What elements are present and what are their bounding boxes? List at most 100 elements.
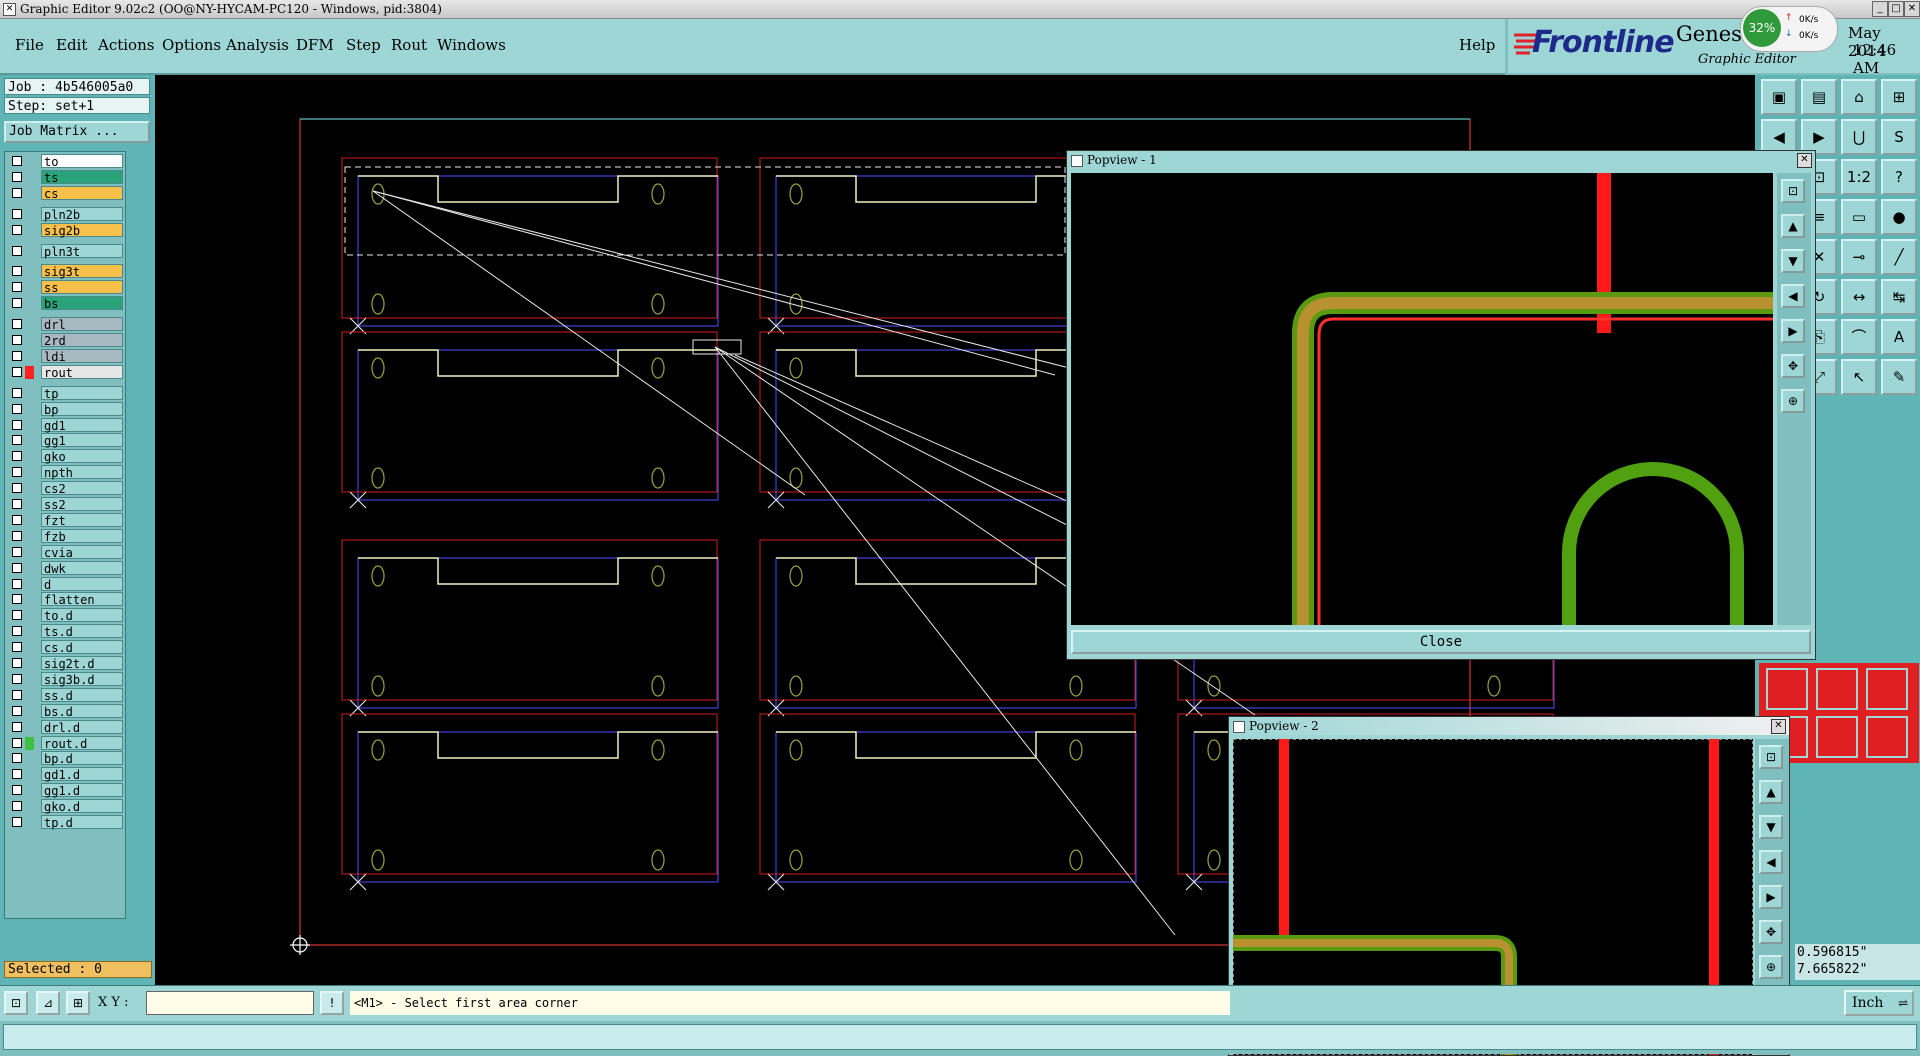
layer-row-cvia[interactable]: cvia	[7, 544, 123, 560]
layer-row-rout[interactable]: rout	[7, 364, 123, 380]
alert-icon[interactable]: !	[320, 991, 344, 1015]
edit-icon[interactable]: ✎	[1881, 359, 1917, 395]
popview-1-center-icon[interactable]: ✥	[1781, 354, 1805, 378]
menu-rout[interactable]: Rout	[391, 36, 427, 54]
layer-checkbox[interactable]	[12, 626, 22, 637]
layer-checkbox[interactable]	[12, 705, 22, 716]
layer-row-sig2t-d[interactable]: sig2t.d	[7, 656, 123, 671]
layer-name[interactable]: ldi	[41, 348, 123, 364]
popview-2-zoom-out-icon[interactable]: ▼	[1759, 815, 1783, 839]
layer-checkbox[interactable]	[12, 335, 22, 345]
layer-checkbox[interactable]	[12, 245, 22, 256]
layer-name[interactable]: cvia	[41, 544, 123, 560]
layer-name[interactable]: bs	[41, 296, 123, 311]
layer-name[interactable]: ss.d	[41, 687, 123, 703]
layer-row-drl[interactable]: drl	[7, 317, 123, 332]
popview-1-zoom-in-icon[interactable]: ▲	[1781, 214, 1805, 238]
layer-name[interactable]: ts.d	[41, 624, 123, 639]
layer-name[interactable]: ts	[41, 169, 123, 185]
popview-1-view[interactable]	[1071, 173, 1773, 625]
minimize-icon[interactable]: _	[1872, 1, 1888, 17]
layer-row-dwk[interactable]: dwk	[7, 560, 123, 576]
popview-2-zoom-in-icon[interactable]: ▲	[1759, 780, 1783, 804]
layer-checkbox[interactable]	[12, 594, 22, 605]
layer-name[interactable]: gko.d	[41, 799, 123, 814]
layer-name[interactable]: to	[41, 154, 123, 169]
layer-name[interactable]: tp.d	[41, 815, 123, 830]
menu-edit[interactable]: Edit	[56, 36, 87, 54]
layer-row-d[interactable]: d	[7, 576, 123, 592]
layer-name[interactable]: drl.d	[41, 719, 123, 735]
layer-checkbox[interactable]	[12, 403, 22, 414]
layer-name[interactable]: tp	[41, 385, 123, 401]
save-icon[interactable]: ▤	[1801, 79, 1837, 115]
arc-icon[interactable]: ⌒	[1841, 319, 1877, 355]
layer-name[interactable]: cs	[41, 185, 123, 201]
layer-name[interactable]: ss	[41, 280, 123, 295]
menu-dfm[interactable]: DFM	[296, 36, 334, 54]
help-icon[interactable]: ?	[1881, 159, 1917, 195]
layer-name[interactable]: dwk	[41, 560, 123, 576]
popview-2-zoom-fit-icon[interactable]: ⊡	[1759, 745, 1783, 769]
popview-2-pan-right-icon[interactable]: ▶	[1759, 885, 1783, 909]
layer-checkbox[interactable]	[12, 419, 22, 430]
layer-name[interactable]: d	[41, 576, 123, 592]
layer-name[interactable]: gd1	[41, 417, 123, 433]
layer-name[interactable]: sig3t	[41, 264, 123, 279]
layer-checkbox[interactable]	[12, 610, 22, 621]
layer-row-cs[interactable]: cs	[7, 185, 123, 201]
layer-checkbox[interactable]	[12, 435, 22, 446]
layer-row-cs2[interactable]: cs2	[7, 481, 123, 496]
layer-row-fzb[interactable]: fzb	[7, 528, 123, 544]
layer-checkbox[interactable]	[12, 514, 22, 525]
layer-checkbox[interactable]	[12, 451, 22, 462]
popview-1-pan-left-icon[interactable]: ◀	[1781, 284, 1805, 308]
layer-row-tp[interactable]: tp	[7, 385, 123, 401]
layer-row-ss2[interactable]: ss2	[7, 497, 123, 512]
layer-row-fzt[interactable]: fzt	[7, 512, 123, 528]
layer-checkbox[interactable]	[12, 171, 22, 182]
layer-name[interactable]: sig3b.d	[41, 671, 123, 687]
layer-name[interactable]: gko	[41, 449, 123, 464]
job-matrix-button[interactable]: Job Matrix ...	[4, 121, 150, 143]
layer-row-ss-d[interactable]: ss.d	[7, 687, 123, 703]
layer-name[interactable]: pln3t	[41, 243, 123, 259]
layer-checkbox[interactable]	[12, 266, 22, 277]
layer-checkbox[interactable]	[12, 187, 22, 198]
layer-name[interactable]: sig2t.d	[41, 656, 123, 671]
move-icon[interactable]: ↖	[1841, 359, 1877, 395]
layer-name[interactable]: bs.d	[41, 703, 123, 719]
popview-2-close-icon[interactable]: ✕	[1771, 719, 1786, 734]
layer-name[interactable]: rout.d	[41, 735, 123, 751]
layer-row-bp[interactable]: bp	[7, 401, 123, 417]
layer-row-sig3t[interactable]: sig3t	[7, 264, 123, 279]
layer-checkbox[interactable]	[12, 658, 22, 668]
layer-name[interactable]: fzt	[41, 512, 123, 528]
layer-row-rout-d[interactable]: rout.d	[7, 735, 123, 751]
select-mode-icon[interactable]: ⊡	[4, 991, 28, 1015]
popview-1-pan-right-icon[interactable]: ▶	[1781, 319, 1805, 343]
layer-name[interactable]: gg1	[41, 433, 123, 448]
layer-row-gg1-d[interactable]: gg1.d	[7, 783, 123, 798]
layer-checkbox[interactable]	[12, 578, 22, 589]
layer-checkbox[interactable]	[12, 319, 22, 330]
s-icon[interactable]: S	[1881, 119, 1917, 155]
grid-mode-icon[interactable]: ⊞	[66, 991, 90, 1015]
popview-2-titlebar[interactable]: Popview - 2	[1229, 717, 1789, 735]
rout-icon[interactable]: ⋃	[1841, 119, 1877, 155]
layer-checkbox[interactable]	[12, 483, 22, 494]
close-window-icon[interactable]: ✕	[1904, 1, 1920, 17]
layer-row-tp-d[interactable]: tp.d	[7, 815, 123, 830]
popview-2-fit-icon[interactable]: ⊕	[1759, 955, 1783, 979]
layer-checkbox[interactable]	[12, 366, 22, 377]
ruler-icon[interactable]: ▭	[1841, 199, 1877, 235]
popview-2-pan-left-icon[interactable]: ◀	[1759, 850, 1783, 874]
popview-1-window[interactable]: Popview - 1 ✕ ⊡ ▲ ▼ ◀ ▶ ✥ ⊕ Close	[1066, 150, 1816, 660]
layer-row-sig3b-d[interactable]: sig3b.d	[7, 671, 123, 687]
line-icon[interactable]: ╱	[1881, 239, 1917, 275]
layer-checkbox[interactable]	[12, 387, 22, 398]
layer-checkbox[interactable]	[12, 156, 22, 166]
layer-checkbox[interactable]	[12, 689, 22, 700]
connect-icon[interactable]: ⊸	[1841, 239, 1877, 275]
layer-checkbox[interactable]	[12, 499, 22, 509]
